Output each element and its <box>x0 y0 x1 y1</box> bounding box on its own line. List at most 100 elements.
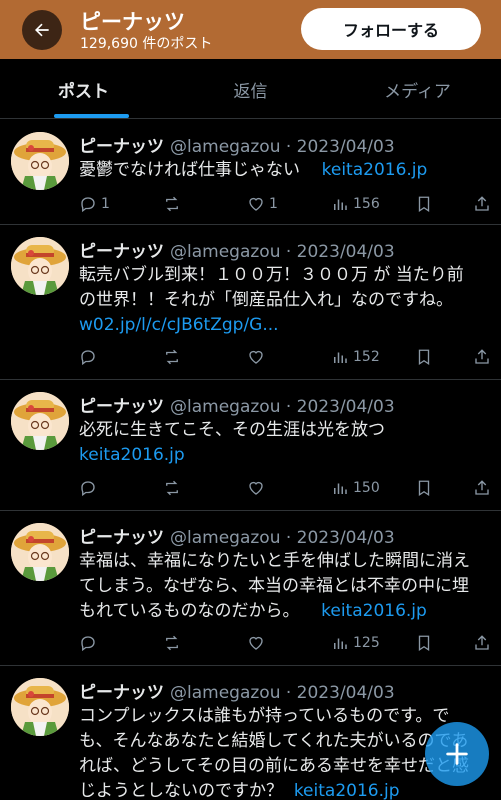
active-tab-indicator <box>54 114 129 118</box>
share-icon <box>475 349 489 364</box>
post-text: 幸福は、幸福になりたいと手を伸ばした瞬間に消え てしまう。なぜなら、本当の幸福と… <box>79 549 489 624</box>
views-button[interactable]: 152 <box>331 345 380 369</box>
post-item[interactable]: ピーナッツ @lamegazou · 2023/04/03 幸福は、幸福になりたい… <box>0 511 501 666</box>
post-actions: 152 <box>79 345 494 369</box>
view-count: 125 <box>353 635 380 651</box>
post-item[interactable]: ピーナッツ @lamegazou · 2023/04/03 コンプレックスは誰もが… <box>0 666 501 800</box>
like-button[interactable] <box>247 631 265 655</box>
view-count: 156 <box>353 196 380 212</box>
repost-button[interactable] <box>163 476 181 500</box>
author-name[interactable]: ピーナッツ <box>79 397 164 417</box>
share-button[interactable] <box>473 192 491 216</box>
post-count: 129,690 件のポスト <box>80 36 213 52</box>
author-name[interactable]: ピーナッツ <box>79 137 164 157</box>
like-button[interactable]: 1 <box>247 192 278 216</box>
repost-button[interactable] <box>163 345 181 369</box>
repost-icon <box>166 349 178 365</box>
repost-icon <box>166 635 178 651</box>
reply-icon <box>81 350 95 366</box>
post-actions: 1 1 156 <box>79 192 494 216</box>
share-icon <box>475 480 489 495</box>
post-text-line: てしまう。なぜなら、本当の幸福とは不幸の中に埋 <box>79 576 469 596</box>
repost-icon <box>166 196 178 212</box>
reply-button[interactable] <box>79 345 97 369</box>
post-link[interactable]: w02.jp/l/c/cJB6tZgp/G... <box>79 313 489 338</box>
reply-icon <box>81 197 95 213</box>
author-name[interactable]: ピーナッツ <box>79 528 164 548</box>
heart-icon <box>249 481 263 495</box>
bookmark-button[interactable] <box>415 631 433 655</box>
post-text-line: 転売バブル到来！１００万！３００万 が 当たり前 <box>79 265 464 285</box>
post-text-line: じようとしないのですか？ <box>79 781 283 800</box>
bookmark-button[interactable] <box>415 192 433 216</box>
post-header: ピーナッツ @lamegazou · 2023/04/03 <box>79 132 395 157</box>
tab-media[interactable]: メディア <box>334 59 501 119</box>
compose-button[interactable] <box>425 722 489 786</box>
share-button[interactable] <box>473 476 491 500</box>
like-button[interactable] <box>247 345 265 369</box>
post-header: ピーナッツ @lamegazou · 2023/04/03 <box>79 237 395 262</box>
reply-icon <box>81 636 95 652</box>
avatar[interactable] <box>11 523 69 581</box>
views-button[interactable]: 156 <box>331 192 380 216</box>
heart-icon <box>249 350 263 364</box>
post-link[interactable]: keita2016.jp <box>79 443 489 468</box>
like-count: 1 <box>269 196 278 212</box>
share-icon <box>475 635 489 650</box>
heart-icon <box>249 636 263 650</box>
profile-header: ピーナッツ 129,690 件のポスト フォローする <box>0 0 501 59</box>
bookmark-button[interactable] <box>415 476 433 500</box>
share-button[interactable] <box>473 631 491 655</box>
bookmark-icon <box>418 480 430 497</box>
bar-chart-icon <box>334 483 347 494</box>
post-feed: ピーナッツ @lamegazou · 2023/04/03 憂鬱でなければ仕事じゃ… <box>0 120 501 800</box>
views-button[interactable]: 125 <box>331 631 380 655</box>
post-link[interactable]: keita2016.jp <box>294 781 400 800</box>
author-handle-date: @lamegazou · 2023/04/03 <box>170 137 395 157</box>
post-link[interactable]: keita2016.jp <box>321 601 427 621</box>
heart-icon <box>249 197 263 211</box>
repost-button[interactable] <box>163 192 181 216</box>
views-button[interactable]: 150 <box>331 476 380 500</box>
follow-button[interactable]: フォローする <box>301 8 481 50</box>
share-button[interactable] <box>473 345 491 369</box>
post-link[interactable]: keita2016.jp <box>322 160 428 180</box>
post-text: 転売バブル到来！１００万！３００万 が 当たり前 の世界！！それが「倒産品仕入れ… <box>79 263 489 338</box>
author-name[interactable]: ピーナッツ <box>79 242 164 262</box>
author-handle-date: @lamegazou · 2023/04/03 <box>170 528 395 548</box>
author-name[interactable]: ピーナッツ <box>79 683 164 703</box>
post-text-line: 憂鬱でなければ仕事じゃない <box>79 160 300 180</box>
repost-button[interactable] <box>163 631 181 655</box>
back-button[interactable] <box>22 10 62 50</box>
post-text: 憂鬱でなければ仕事じゃない keita2016.jp <box>79 158 489 183</box>
bookmark-icon <box>418 635 430 652</box>
bar-chart-icon <box>334 352 347 363</box>
post-item[interactable]: ピーナッツ @lamegazou · 2023/04/03 必死に生きてこそ、その… <box>0 380 501 511</box>
tab-posts[interactable]: ポスト <box>0 59 167 119</box>
tab-replies[interactable]: 返信 <box>167 59 334 119</box>
avatar[interactable] <box>11 132 69 190</box>
post-item[interactable]: ピーナッツ @lamegazou · 2023/04/03 憂鬱でなければ仕事じゃ… <box>0 120 501 225</box>
post-text-line: コンプレックスは誰もが持っているものです。で <box>79 706 450 726</box>
profile-name: ピーナッツ <box>80 10 185 34</box>
profile-tabs: ポスト 返信 メディア <box>0 59 501 119</box>
avatar[interactable] <box>11 237 69 295</box>
avatar[interactable] <box>11 678 69 736</box>
author-handle-date: @lamegazou · 2023/04/03 <box>170 242 395 262</box>
reply-button[interactable] <box>79 476 97 500</box>
like-button[interactable] <box>247 476 265 500</box>
post-actions: 150 <box>79 476 494 500</box>
reply-count: 1 <box>101 196 110 212</box>
post-text-line: の世界！！それが「倒産品仕入れ」なのですね。 <box>79 290 453 310</box>
share-icon <box>475 196 489 211</box>
reply-button[interactable]: 1 <box>79 192 110 216</box>
bookmark-button[interactable] <box>415 345 433 369</box>
bar-chart-icon <box>334 199 347 210</box>
bookmark-icon <box>418 196 430 213</box>
post-actions: 125 <box>79 631 494 655</box>
author-handle-date: @lamegazou · 2023/04/03 <box>170 683 395 703</box>
post-item[interactable]: ピーナッツ @lamegazou · 2023/04/03 転売バブル到来！１００… <box>0 225 501 380</box>
reply-button[interactable] <box>79 631 97 655</box>
post-header: ピーナッツ @lamegazou · 2023/04/03 <box>79 678 395 703</box>
avatar[interactable] <box>11 392 69 450</box>
